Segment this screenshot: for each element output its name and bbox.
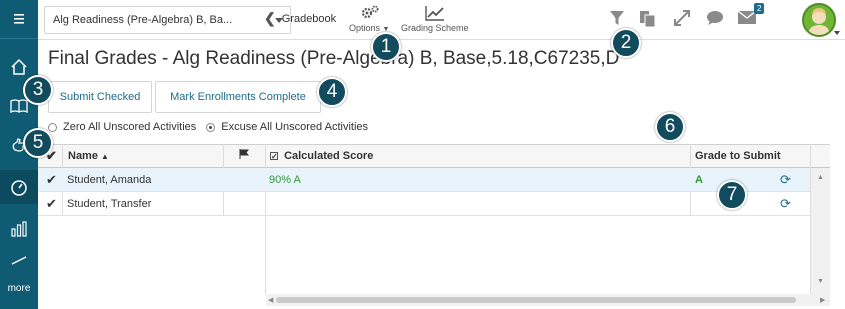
student-name: Student, Amanda	[67, 174, 152, 186]
refresh-icon[interactable]: ⟳	[780, 192, 791, 216]
gradebook-back-link[interactable]: ❮ Gradebook	[264, 10, 336, 27]
calculated-score-label: Calculated Score	[284, 150, 374, 162]
final-grades-grid: ✔ Name ▲ ✓ Calculated Score Grade to Sub…	[38, 144, 845, 309]
gradebook-label: Gradebook	[281, 12, 337, 25]
course-select-value: Alg Readiness (Pre-Algebra) B, Ba...	[53, 14, 233, 26]
sidebar-divider	[0, 38, 38, 39]
app-window: more Alg Readiness (Pre-Algebra) B, Ba..…	[0, 0, 845, 309]
expand-icon[interactable]	[674, 10, 690, 26]
calculated-score-column-header[interactable]: ✓ Calculated Score	[270, 144, 373, 168]
sort-ascending-icon: ▲	[101, 152, 109, 161]
calculated-score: 90% A	[269, 174, 301, 186]
callout-5: 5	[23, 128, 53, 158]
scroll-left-arrow-icon[interactable]: ◀	[268, 296, 273, 304]
avatar-caret-icon	[834, 31, 840, 35]
chat-bubble-icon[interactable]	[706, 10, 724, 26]
callout-3: 3	[23, 75, 53, 105]
callout-7: 7	[717, 180, 747, 210]
column-divider	[810, 144, 811, 168]
options-button[interactable]: Options ▼	[349, 4, 389, 33]
name-header-label: Name	[68, 150, 98, 162]
name-column-header[interactable]: Name ▲	[68, 144, 109, 169]
horizontal-scrollbar[interactable]: ◀ ▶	[266, 294, 830, 306]
grade-to-submit[interactable]: A	[695, 168, 703, 192]
documents-icon[interactable]	[639, 10, 657, 28]
scroll-up-arrow-icon[interactable]: ▲	[817, 174, 824, 181]
mail-count-badge: 2	[754, 3, 765, 14]
line-chart-icon	[425, 6, 444, 21]
submit-checked-button[interactable]: Submit Checked	[48, 81, 152, 113]
top-toolbar: Alg Readiness (Pre-Algebra) B, Ba... ❮ G…	[38, 0, 845, 40]
mark-enrollments-complete-button[interactable]: Mark Enrollments Complete	[155, 81, 321, 113]
user-avatar[interactable]	[802, 3, 836, 37]
calculated-score-checkbox[interactable]: ✓	[270, 152, 278, 161]
scrollbar-thumb[interactable]	[276, 297, 796, 303]
table-row[interactable]: ✔ Student, Amanda 90% A A ⟳	[38, 168, 810, 192]
grade-to-submit-column-header[interactable]: Grade to Submit	[695, 144, 781, 168]
student-name: Student, Transfer	[67, 198, 152, 210]
scroll-right-arrow-icon[interactable]: ▶	[820, 296, 825, 304]
row-checkmark-icon[interactable]: ✔	[46, 168, 57, 192]
excuse-unscored-radio[interactable]	[206, 122, 216, 132]
callout-2: 2	[611, 28, 641, 58]
grading-scheme-label: Grading Scheme	[401, 23, 469, 33]
page-title: Final Grades - Alg Readiness (Pre-Algebr…	[48, 48, 620, 69]
callout-4: 4	[317, 77, 347, 107]
options-label: Options	[349, 23, 381, 33]
speedometer-icon[interactable]	[0, 170, 38, 204]
gears-icon	[362, 5, 379, 19]
chevron-left-icon: ❮	[264, 10, 276, 26]
unscored-options: Zero All Unscored Activities Excuse All …	[48, 121, 368, 133]
callout-1: 1	[371, 32, 401, 62]
course-select[interactable]: Alg Readiness (Pre-Algebra) B, Ba...	[44, 6, 291, 34]
column-divider	[265, 144, 266, 294]
hamburger-menu-icon[interactable]	[0, 2, 38, 36]
filter-icon[interactable]	[610, 10, 624, 26]
callout-6: 6	[655, 112, 685, 142]
person-avatar-icon	[808, 8, 830, 35]
excuse-unscored-label: Excuse All Unscored Activities	[221, 121, 369, 133]
vertical-scrollbar[interactable]: ▲ ▼	[810, 168, 830, 294]
more-button[interactable]: more	[0, 278, 38, 300]
zero-unscored-label: Zero All Unscored Activities	[63, 121, 197, 133]
scroll-down-arrow-icon[interactable]: ▼	[817, 278, 824, 285]
row-checkmark-icon[interactable]: ✔	[46, 192, 57, 216]
grid-header-row: ✔ Name ▲ ✓ Calculated Score Grade to Sub…	[38, 144, 830, 168]
grading-scheme-button[interactable]: Grading Scheme	[401, 4, 469, 33]
flag-icon[interactable]	[239, 144, 250, 168]
table-row[interactable]: ✔ Student, Transfer ⟳	[38, 192, 810, 216]
partial-icon[interactable]	[0, 252, 38, 268]
bar-chart-icon[interactable]	[0, 212, 38, 246]
refresh-icon[interactable]: ⟳	[780, 168, 791, 192]
zero-unscored-radio[interactable]	[48, 122, 57, 132]
